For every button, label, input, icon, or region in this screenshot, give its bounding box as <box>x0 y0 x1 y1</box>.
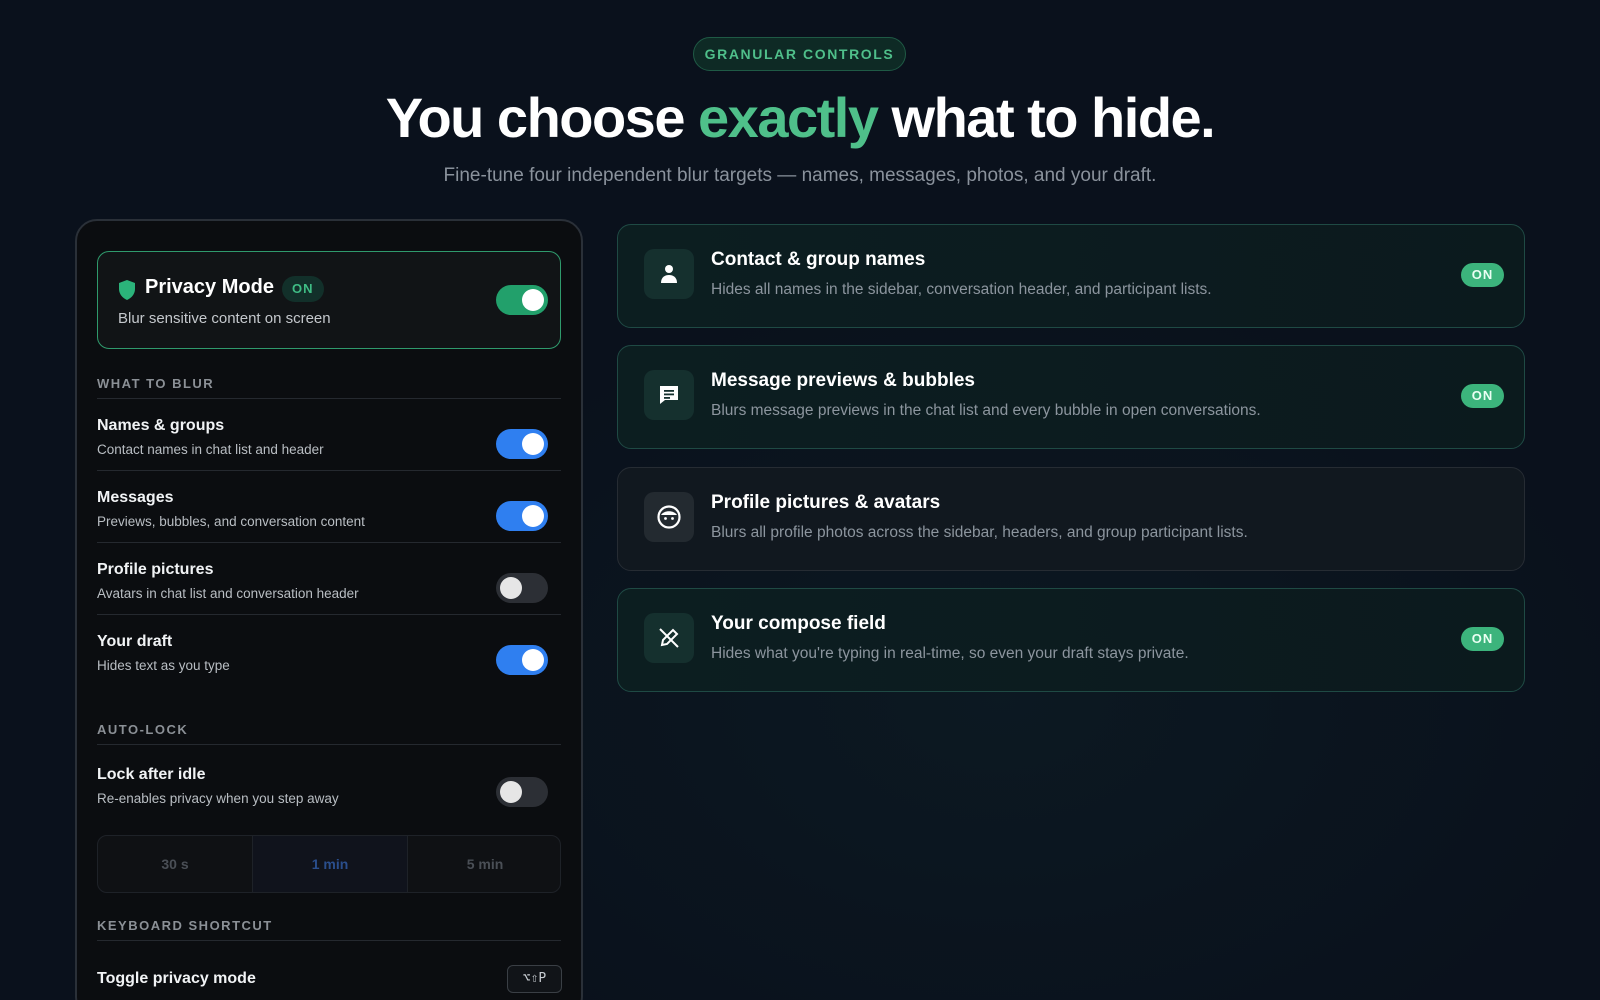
card-description: Hides all names in the sidebar, conversa… <box>711 281 1212 298</box>
card-title: Profile pictures & avatars <box>711 492 941 513</box>
page-title: You choose exactly what to hide. <box>0 84 1600 152</box>
card-title: Message previews & bubbles <box>711 370 975 391</box>
headline-post: what to hide. <box>877 86 1216 149</box>
settings-panel: Privacy Mode ON Blur sensitive content o… <box>75 219 583 1000</box>
blur-draft-title: Your draft <box>97 633 173 650</box>
card-description: Blurs message previews in the chat list … <box>711 402 1261 419</box>
lock-after-idle-title: Lock after idle <box>97 766 206 783</box>
section-label-auto-lock: AUTO-LOCK <box>97 722 189 737</box>
section-label-what-to-blur: WHAT TO BLUR <box>97 376 215 391</box>
divider <box>97 614 561 615</box>
status-badge: ON <box>282 276 324 302</box>
card-title: Your compose field <box>711 613 886 634</box>
status-badge: ON <box>1461 627 1504 651</box>
chat-bubble-icon <box>644 370 694 420</box>
feature-card-profile-pictures: Profile pictures & avatars Blurs all pro… <box>617 467 1525 571</box>
blur-messages-subtitle: Previews, bubbles, and conversation cont… <box>97 514 365 529</box>
divider <box>97 542 561 543</box>
person-icon <box>644 249 694 299</box>
toggle-knob <box>522 649 544 671</box>
status-badge: ON <box>1461 263 1504 287</box>
shortcut-keycap[interactable]: ⌥⇧P <box>507 965 562 993</box>
headline-pre: You choose <box>385 86 699 149</box>
card-title: Contact & group names <box>711 249 926 270</box>
section-label-keyboard-shortcut: KEYBOARD SHORTCUT <box>97 918 273 933</box>
status-badge: ON <box>1461 384 1504 408</box>
privacy-mode-title: Privacy Mode <box>145 276 274 298</box>
card-description: Blurs all profile photos across the side… <box>711 524 1248 541</box>
blur-profile-pictures-subtitle: Avatars in chat list and conversation he… <box>97 586 359 601</box>
idle-option-30s[interactable]: 30 s <box>98 836 252 892</box>
toggle-knob <box>500 577 522 599</box>
headline-accent: exactly <box>698 86 879 149</box>
toggle-knob <box>500 781 522 803</box>
blur-names-toggle[interactable] <box>496 429 548 459</box>
feature-card-names: Contact & group names Hides all names in… <box>617 224 1525 328</box>
eyebrow-badge: GRANULAR CONTROLS <box>693 37 906 71</box>
blur-profile-pictures-toggle[interactable] <box>496 573 548 603</box>
lock-after-idle-toggle[interactable] <box>496 777 548 807</box>
blur-draft-toggle[interactable] <box>496 645 548 675</box>
idle-timeout-selector: 30 s 1 min 5 min <box>97 835 561 893</box>
blur-messages-title: Messages <box>97 489 174 506</box>
feature-card-compose: Your compose field Hides what you're typ… <box>617 588 1525 692</box>
privacy-mode-subtitle: Blur sensitive content on screen <box>118 310 331 327</box>
idle-option-5min[interactable]: 5 min <box>408 836 560 892</box>
blur-draft-subtitle: Hides text as you type <box>97 658 230 673</box>
toggle-knob <box>522 289 544 311</box>
toggle-shortcut-title: Toggle privacy mode <box>97 970 256 987</box>
divider <box>97 398 561 399</box>
divider <box>97 940 561 941</box>
toggle-knob <box>522 505 544 527</box>
toggle-knob <box>522 433 544 455</box>
privacy-mode-card: Privacy Mode ON Blur sensitive content o… <box>97 251 561 349</box>
face-icon <box>644 492 694 542</box>
divider <box>97 470 561 471</box>
page-subtitle: Fine-tune four independent blur targets … <box>443 165 1157 186</box>
blur-names-title: Names & groups <box>97 417 225 434</box>
divider <box>97 744 561 745</box>
privacy-mode-toggle[interactable] <box>496 285 548 315</box>
blur-messages-toggle[interactable] <box>496 501 548 531</box>
lock-after-idle-subtitle: Re-enables privacy when you step away <box>97 791 339 806</box>
idle-option-1min[interactable]: 1 min <box>253 836 407 892</box>
shield-icon <box>119 280 135 300</box>
blur-profile-pictures-title: Profile pictures <box>97 561 214 578</box>
pen-slash-icon <box>644 613 694 663</box>
feature-card-messages: Message previews & bubbles Blurs message… <box>617 345 1525 449</box>
card-description: Hides what you're typing in real-time, s… <box>711 645 1189 662</box>
blur-names-subtitle: Contact names in chat list and header <box>97 442 324 457</box>
